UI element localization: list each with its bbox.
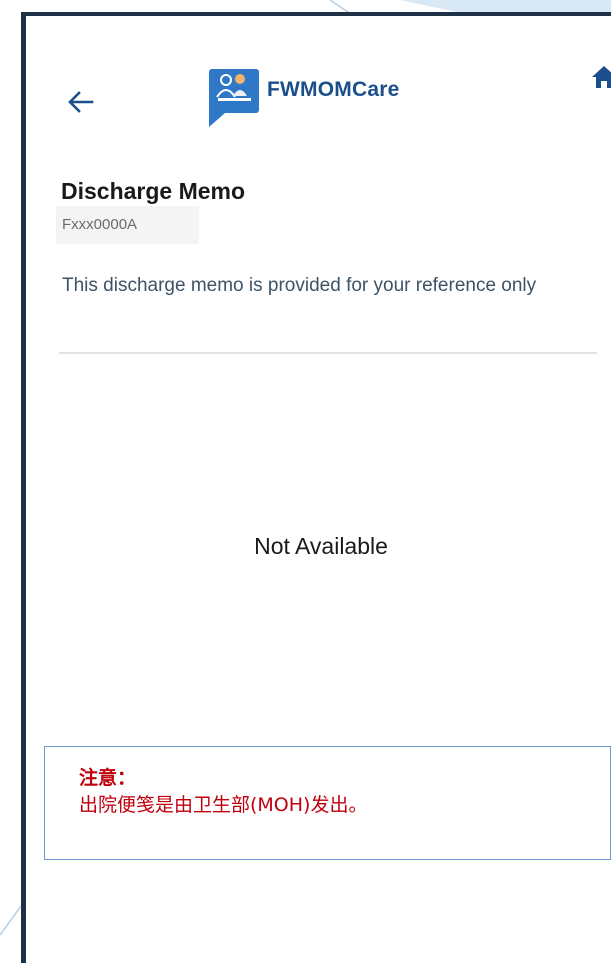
arrow-left-icon: [68, 91, 94, 113]
home-button[interactable]: [591, 64, 611, 90]
notice-title: 注意：: [79, 767, 137, 789]
app-brand: FWMOMCare: [209, 68, 399, 128]
notice-text: 出院便笺是由卫生部(MOH)发出。: [79, 794, 368, 816]
fin-id-value: Fxxx0000A: [62, 216, 138, 233]
empty-state-text: Not Available: [254, 533, 388, 559]
divider: [59, 352, 597, 354]
app-name: FWMOMCare: [267, 78, 400, 101]
back-button[interactable]: [66, 88, 96, 116]
reference-note: This discharge memo is provided for your…: [62, 275, 537, 296]
fin-id-chip: Fxxx0000A: [56, 206, 199, 244]
home-icon: [592, 66, 611, 88]
screen: FWMOMCare Discharge Memo Fxxx0000A This …: [0, 0, 611, 963]
fwmomcare-logo-icon: [209, 69, 259, 127]
notice-callout: 注意： 出院便笺是由卫生部(MOH)发出。: [44, 746, 611, 860]
page-title: Discharge Memo: [61, 178, 246, 204]
app-header: FWMOMCare: [26, 16, 611, 136]
